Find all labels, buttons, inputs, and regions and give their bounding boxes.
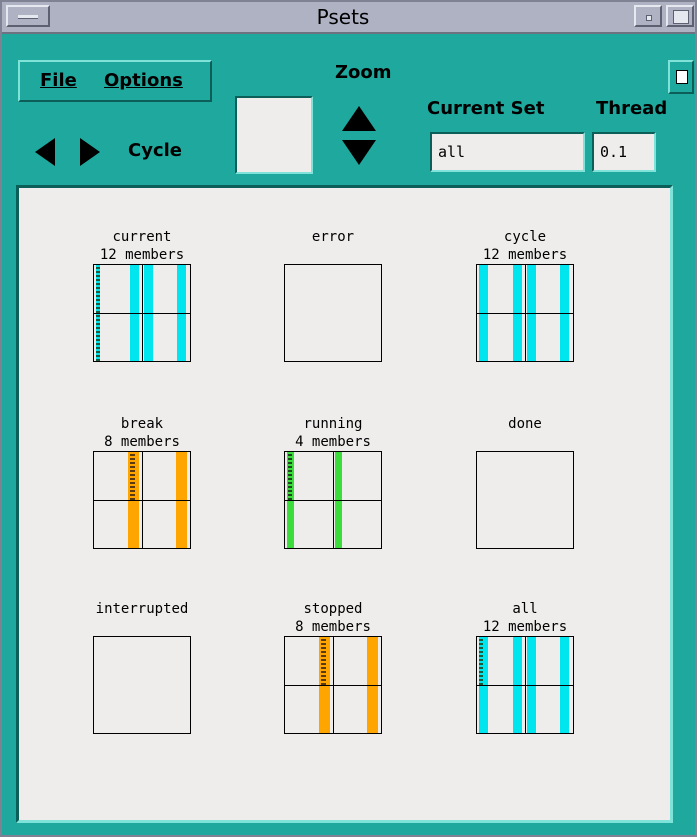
- pset-name: break: [120, 416, 164, 432]
- pset-members: 8 members: [295, 619, 371, 635]
- toolbar: File Options Cycle Zoom Current Set Thre…: [2, 34, 695, 184]
- current-set-label: Current Set: [427, 98, 545, 119]
- pset-label: running 4 members: [273, 415, 393, 451]
- cycle-label: Cycle: [128, 140, 182, 161]
- cycle-next-arrow-icon[interactable]: [80, 138, 100, 166]
- pset-members: 4 members: [295, 434, 371, 450]
- thread-field[interactable]: 0.1: [592, 132, 656, 172]
- window-title: Psets: [316, 5, 370, 29]
- window-menu-button[interactable]: [6, 5, 50, 27]
- pset-members: 12 members: [482, 247, 568, 263]
- pset-members: 12 members: [482, 619, 568, 635]
- bar-marker: [288, 452, 292, 500]
- title-bar[interactable]: Psets: [2, 2, 695, 34]
- grid-vline: [525, 637, 526, 733]
- pset-error[interactable]: error: [273, 228, 393, 362]
- pset-grid[interactable]: [284, 264, 382, 362]
- bar-marker: [479, 637, 483, 685]
- pset-label: current 12 members: [82, 228, 202, 264]
- cycle-prev-arrow-icon[interactable]: [35, 138, 55, 166]
- zoom-preview[interactable]: [235, 96, 313, 174]
- pset-grid[interactable]: [476, 264, 574, 362]
- pset-grid[interactable]: [93, 636, 191, 734]
- grid-vline: [142, 452, 143, 548]
- bar-marker: [321, 637, 326, 685]
- pset-label: cycle 12 members: [465, 228, 585, 264]
- pset-grid[interactable]: [476, 636, 574, 734]
- pset-name: cycle: [503, 229, 547, 245]
- pset-name: current: [112, 229, 172, 245]
- file-menu-label: File: [40, 70, 77, 91]
- pset-current[interactable]: current 12 members: [82, 228, 202, 362]
- file-menu[interactable]: File: [40, 70, 77, 91]
- grid-vline: [142, 265, 143, 361]
- pset-name: stopped: [303, 601, 363, 617]
- pset-members: 12 members: [99, 247, 185, 263]
- pset-label: stopped 8 members: [273, 600, 393, 636]
- pset-members: 8 members: [104, 434, 180, 450]
- pset-label: done: [465, 415, 585, 451]
- pset-cycle[interactable]: cycle 12 members: [465, 228, 585, 362]
- maximize-button[interactable]: [666, 5, 694, 27]
- pset-label: interrupted: [82, 600, 202, 636]
- pset-label: break 8 members: [82, 415, 202, 451]
- pset-name: error: [311, 229, 355, 245]
- pset-name: running: [303, 416, 363, 432]
- current-set-field[interactable]: all: [430, 132, 585, 172]
- menu-bar: File Options: [18, 60, 212, 102]
- minimize-button[interactable]: [634, 5, 662, 27]
- zoom-out-arrow-icon[interactable]: [342, 140, 376, 165]
- pset-grid[interactable]: [476, 451, 574, 549]
- pset-name: all: [512, 601, 538, 617]
- pset-grid[interactable]: [93, 264, 191, 362]
- pset-grid[interactable]: [284, 451, 382, 549]
- pset-all[interactable]: all 12 members: [465, 600, 585, 734]
- pset-label: error: [273, 228, 393, 264]
- pset-break[interactable]: break 8 members: [82, 415, 202, 549]
- pset-stopped[interactable]: stopped 8 members: [273, 600, 393, 734]
- trash-icon[interactable]: [668, 60, 694, 94]
- psets-panel: current 12 members error cycle 12 members: [16, 185, 673, 823]
- grid-vline: [333, 637, 334, 733]
- pset-running[interactable]: running 4 members: [273, 415, 393, 549]
- pset-interrupted[interactable]: interrupted: [82, 600, 202, 734]
- pset-done[interactable]: done: [465, 415, 585, 549]
- zoom-in-arrow-icon[interactable]: [342, 106, 376, 131]
- grid-vline: [525, 265, 526, 361]
- zoom-label: Zoom: [335, 62, 392, 83]
- pset-name: interrupted: [95, 601, 189, 617]
- pset-grid[interactable]: [284, 636, 382, 734]
- pset-grid[interactable]: [93, 451, 191, 549]
- thread-label: Thread: [596, 98, 668, 119]
- pset-label: all 12 members: [465, 600, 585, 636]
- pset-name: done: [508, 416, 542, 432]
- bar-marker: [130, 452, 135, 500]
- psets-window: Psets File Options Cycle Zoom Current Se…: [0, 0, 697, 837]
- options-menu-label: Options: [104, 70, 183, 91]
- options-menu[interactable]: Options: [104, 70, 183, 91]
- grid-vline: [333, 452, 334, 548]
